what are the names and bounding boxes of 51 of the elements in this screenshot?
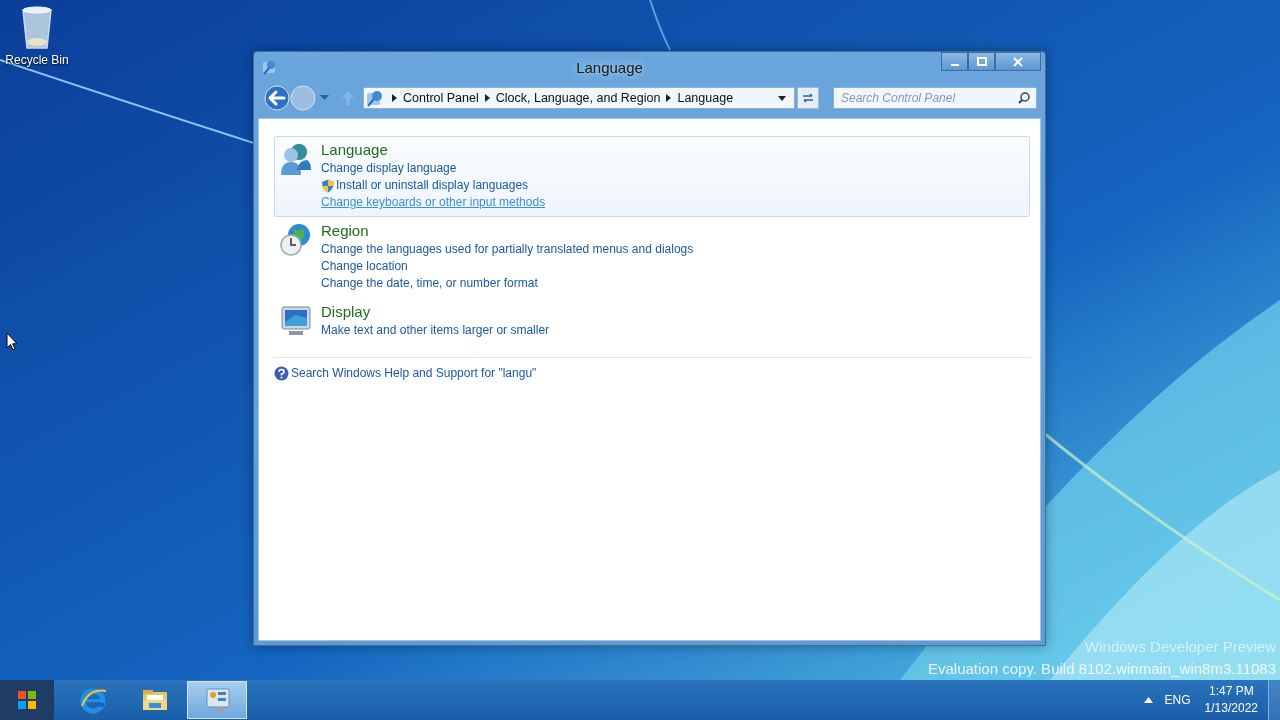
- breadcrumb-item[interactable]: Control Panel: [403, 91, 479, 105]
- show-hidden-icons-button[interactable]: [1143, 697, 1153, 703]
- chevron-right-icon[interactable]: [484, 94, 490, 102]
- control-panel-icon: [366, 89, 384, 107]
- help-link[interactable]: Search Windows Help and Support for "langu": [291, 365, 537, 382]
- task-link[interactable]: Change location: [321, 258, 408, 275]
- breadcrumb-item[interactable]: Clock, Language, and Region: [495, 91, 661, 105]
- desktop-icon[interactable]: Recycle Bin: [4, 6, 70, 67]
- clock-date[interactable]: 1/13/2022: [1204, 700, 1258, 717]
- task-link[interactable]: Change the languages used for partially translated menus and dialogs: [321, 241, 694, 258]
- browser-icon: [79, 686, 107, 714]
- help-icon: [274, 366, 289, 381]
- refresh-button[interactable]: [797, 87, 819, 109]
- chevron-right-icon[interactable]: [666, 94, 672, 102]
- maximize-button[interactable]: [968, 52, 995, 71]
- chevron-right-icon[interactable]: [392, 94, 397, 102]
- globe-clock-icon: [279, 223, 313, 257]
- control-panel-icon: [203, 686, 231, 714]
- breadcrumb-item[interactable]: Language: [677, 91, 734, 105]
- watermark-text: Evaluation copy. Build 8102.winmain_win8m3.11083: [928, 659, 1276, 679]
- category-panel[interactable]: Region Change the languages used for partially translated menus and dialogs Change location Change the date, time, or number format: [274, 217, 1030, 298]
- address-bar[interactable]: Control Panel Clock, Language, and Region Language: [363, 87, 795, 109]
- dropdown-caret-icon[interactable]: [778, 95, 786, 101]
- back-button[interactable]: [264, 85, 290, 111]
- clock-time[interactable]: 1:47 PM: [1208, 683, 1254, 700]
- category-panel[interactable]: Display Make text and other items larger or smaller: [274, 298, 1030, 345]
- category-panel[interactable]: Language Change display language Install or uninstall display languages Change keyboards or other input methods: [274, 136, 1030, 217]
- trash-can-icon: [20, 6, 54, 50]
- monitor-icon: [279, 304, 313, 338]
- task-link[interactable]: Change display language: [321, 160, 457, 177]
- category-title-link[interactable]: Region: [321, 221, 694, 241]
- control-panel-icon: [262, 59, 278, 75]
- maximize-icon: [976, 56, 987, 67]
- task-link[interactable]: Install or uninstall display languages: [336, 177, 529, 194]
- close-icon: [1013, 56, 1023, 67]
- start-button[interactable]: [0, 680, 54, 720]
- users-icon: [279, 142, 313, 176]
- task-link[interactable]: Change the date, time, or number format: [321, 275, 538, 292]
- window-title: Language: [575, 58, 644, 76]
- category-title-link[interactable]: Language: [321, 140, 546, 160]
- language-indicator[interactable]: ENG: [1164, 693, 1191, 707]
- search-icon: [1018, 92, 1030, 104]
- taskbar-button[interactable]: [187, 681, 247, 719]
- minimize-icon: [950, 63, 959, 66]
- category-title-link[interactable]: Display: [321, 302, 550, 322]
- close-button[interactable]: [995, 52, 1041, 71]
- minimize-button[interactable]: [941, 52, 968, 71]
- task-link[interactable]: Make text and other items larger or smaller: [321, 322, 550, 339]
- search-field[interactable]: Search Control Panel: [833, 87, 1037, 109]
- mouse-pointer-icon: [6, 332, 18, 351]
- watermark-text: Windows Developer Preview: [1085, 637, 1276, 657]
